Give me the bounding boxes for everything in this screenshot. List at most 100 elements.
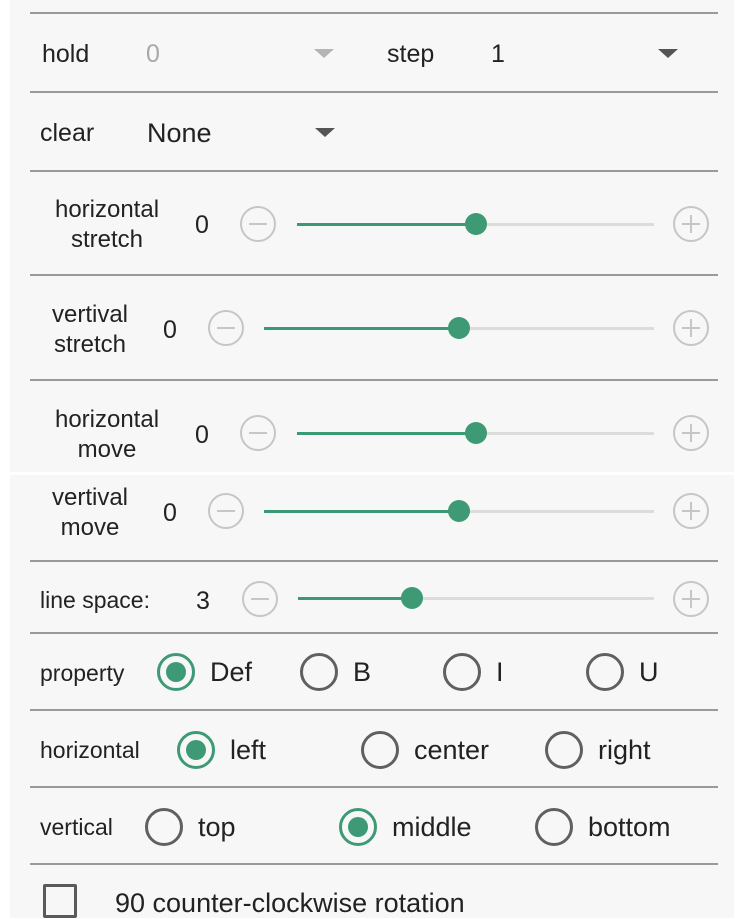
vertical-option-top[interactable]: top [145,808,255,848]
radio-label: middle [392,812,472,842]
slider-thumb[interactable] [464,213,487,235]
chevron-down-icon [314,49,334,58]
radio-label: B [353,657,372,687]
horizontal-move-label: horizontal move [44,405,170,465]
horizontal-stretch-value: 0 [195,211,209,239]
vertival-move-label: vertival move [40,483,140,543]
minus-circle-icon[interactable] [240,415,276,451]
line-space-label: line space: [40,587,150,613]
label-line: move [77,436,137,463]
slider-fill [297,432,476,435]
horizontal-move-slider[interactable] [297,422,654,444]
horizontal-option-right[interactable]: right [545,731,675,771]
radio-button[interactable] [145,808,183,846]
property-option-u[interactable]: U [586,653,676,693]
horizontal-option-left[interactable]: left [177,731,287,771]
chevron-down-icon [658,49,678,58]
radio-label: U [639,657,659,687]
clear-value: None [147,118,212,148]
label-line: horizontal [54,406,160,433]
step-label: step [387,40,435,68]
step-dropdown[interactable]: 1 [484,30,684,76]
label-line: stretch [70,226,144,253]
radio-button[interactable] [339,808,377,846]
plus-circle-icon[interactable] [673,581,709,617]
property-option-def[interactable]: Def [157,653,267,693]
hold-label: hold [42,40,90,68]
minus-circle-icon[interactable] [242,581,278,617]
radio-button[interactable] [157,653,195,691]
plus-circle-icon[interactable] [673,310,709,346]
radio-button[interactable] [443,653,481,691]
rotation-label: 90 counter-clockwise rotation [115,888,465,918]
radio-button[interactable] [361,731,399,769]
vertical-option-bottom[interactable]: bottom [535,808,700,848]
horizontal-stretch-slider[interactable] [297,213,654,235]
property-option-b[interactable]: B [300,653,390,693]
divider [30,379,718,381]
plus-circle-icon[interactable] [673,415,709,451]
minus-circle-icon[interactable] [240,206,276,242]
radio-button[interactable] [535,808,573,846]
rotation-checkbox[interactable] [43,884,77,918]
slider-fill [298,597,412,600]
vertival-stretch-label: vertival stretch [40,300,140,360]
divider [30,709,718,711]
vertival-stretch-slider[interactable] [264,317,654,339]
label-line: stretch [53,331,127,358]
label-line: vertival [51,484,129,511]
divider [30,786,718,788]
clear-dropdown[interactable]: None [140,108,340,156]
label-line: move [60,514,120,541]
horizontal-align-label: horizontal [40,737,140,763]
slider-thumb[interactable] [448,500,470,522]
vertical-option-middle[interactable]: middle [339,808,499,848]
vertival-stretch-value: 0 [163,316,177,344]
divider [30,863,718,865]
minus-circle-icon[interactable] [208,310,244,346]
property-option-i[interactable]: I [443,653,523,693]
radio-label: I [496,657,504,687]
radio-button[interactable] [177,731,215,769]
horizontal-move-value: 0 [195,421,209,449]
radio-label: bottom [588,812,671,842]
divider [30,632,718,634]
divider [30,170,718,172]
vertical-align-label: vertical [40,814,113,840]
radio-button[interactable] [545,731,583,769]
horizontal-option-center[interactable]: center [361,731,511,771]
radio-label: left [230,735,267,765]
line-space-value: 3 [196,587,210,615]
divider [30,12,718,14]
hold-dropdown[interactable]: 0 [140,30,340,76]
divider [30,560,718,562]
divider [30,274,718,276]
vertival-move-value: 0 [163,499,177,527]
radio-label: center [414,735,490,765]
property-label: property [40,660,125,686]
clear-label: clear [40,119,95,147]
plus-circle-icon[interactable] [673,493,709,529]
vertival-move-slider[interactable] [264,500,654,522]
panel-seam [0,472,739,475]
step-value: 1 [491,40,505,68]
slider-thumb[interactable] [448,317,470,339]
slider-thumb[interactable] [464,422,487,444]
rotation-toggle[interactable]: 90 counter-clockwise rotation [43,884,563,918]
slider-fill [264,510,459,513]
minus-circle-icon[interactable] [208,493,244,529]
slider-thumb[interactable] [400,587,423,609]
slider-fill [264,327,459,330]
chevron-down-icon [315,128,335,137]
slider-fill [297,223,476,226]
radio-button[interactable] [300,653,338,691]
label-line: horizontal [54,196,160,223]
radio-label: right [598,735,651,765]
label-line: vertival [51,301,129,328]
radio-label: Def [210,657,253,687]
horizontal-stretch-label: horizontal stretch [44,195,170,255]
hold-value: 0 [146,40,160,68]
plus-circle-icon[interactable] [673,206,709,242]
radio-button[interactable] [586,653,624,691]
line-space-slider[interactable] [298,587,654,609]
